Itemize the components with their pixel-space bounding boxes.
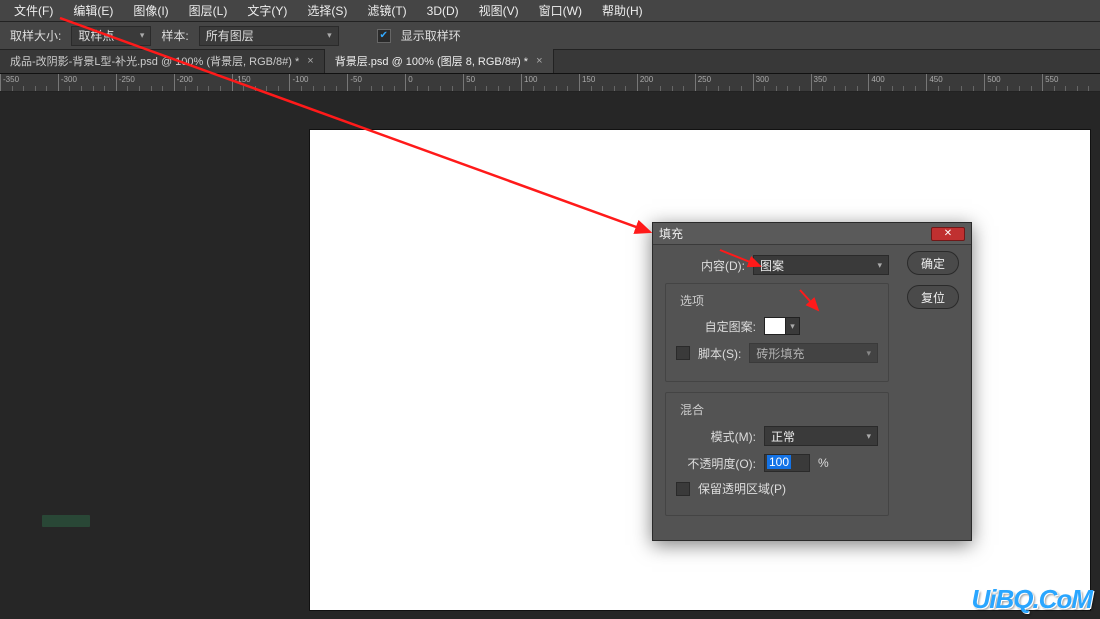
dialog-close-button[interactable]: ✕	[931, 227, 965, 241]
pattern-swatch[interactable]	[764, 317, 786, 335]
tab-label: 背景层.psd @ 100% (图层 8, RGB/8#) *	[335, 53, 528, 69]
content-label: 内容(D):	[665, 257, 745, 274]
horizontal-ruler: -350-300-250-200-150-100-500501001502002…	[0, 74, 1100, 92]
show-ring-checkbox[interactable]: ✔	[377, 29, 391, 43]
chevron-down-icon: ▾	[866, 431, 871, 442]
preserve-transparency-label: 保留透明区域(P)	[698, 480, 786, 497]
menu-3d[interactable]: 3D(D)	[419, 2, 467, 20]
ok-button[interactable]: 确定	[907, 251, 959, 275]
preserve-transparency-checkbox[interactable]	[676, 482, 690, 496]
sample-label: 样本:	[161, 27, 188, 44]
tab-document-1[interactable]: 成品-改阴影-背景L型-补光.psd @ 100% (背景层, RGB/8#) …	[0, 49, 325, 73]
blend-legend: 混合	[676, 401, 708, 418]
mode-label: 模式(M):	[676, 428, 756, 445]
custom-pattern-label: 自定图案:	[676, 318, 756, 335]
menu-image[interactable]: 图像(I)	[125, 0, 176, 21]
sample-value: 所有图层	[206, 27, 254, 44]
reset-button[interactable]: 复位	[907, 285, 959, 309]
chevron-down-icon: ▾	[327, 30, 332, 41]
menu-edit[interactable]: 编辑(E)	[65, 0, 121, 21]
menu-filter[interactable]: 滤镜(T)	[359, 0, 414, 21]
close-icon[interactable]: ×	[536, 55, 542, 67]
sample-dropdown[interactable]: 所有图层 ▾	[199, 26, 339, 46]
mode-value: 正常	[771, 428, 795, 445]
tab-document-2[interactable]: 背景层.psd @ 100% (图层 8, RGB/8#) * ×	[325, 49, 554, 73]
content-value: 图案	[760, 257, 784, 274]
mode-dropdown[interactable]: 正常 ▾	[764, 426, 878, 446]
options-bar: 取样大小: 取样点 ▾ 样本: 所有图层 ▾ ✔ 显示取样环	[0, 22, 1100, 50]
sample-size-dropdown[interactable]: 取样点 ▾	[71, 26, 151, 46]
sample-size-value: 取样点	[78, 27, 114, 44]
watermark-logo-small	[42, 515, 90, 527]
menu-layer[interactable]: 图层(L)	[181, 0, 236, 21]
document-tabs: 成品-改阴影-背景L型-补光.psd @ 100% (背景层, RGB/8#) …	[0, 50, 1100, 74]
menu-select[interactable]: 选择(S)	[299, 0, 355, 21]
opacity-input[interactable]: 100	[764, 454, 810, 472]
menu-bar: 文件(F) 编辑(E) 图像(I) 图层(L) 文字(Y) 选择(S) 滤镜(T…	[0, 0, 1100, 22]
menu-file[interactable]: 文件(F)	[6, 0, 61, 21]
script-checkbox[interactable]	[676, 346, 690, 360]
watermark-logo: UiBQ.CoM	[971, 584, 1092, 615]
fill-dialog: 填充 ✕ 确定 复位 内容(D): 图案 ▾ 选项 自定图案: ▾	[652, 222, 972, 541]
content-dropdown[interactable]: 图案 ▾	[753, 255, 889, 275]
script-dropdown: 砖形填充 ▾	[749, 343, 878, 363]
menu-view[interactable]: 视图(V)	[471, 0, 527, 21]
show-ring-label: 显示取样环	[401, 27, 461, 44]
menu-help[interactable]: 帮助(H)	[594, 0, 651, 21]
menu-type[interactable]: 文字(Y)	[239, 0, 295, 21]
close-icon[interactable]: ×	[307, 55, 313, 67]
opacity-unit: %	[818, 456, 829, 470]
opacity-label: 不透明度(O):	[676, 455, 756, 472]
chevron-down-icon: ▾	[877, 260, 882, 271]
options-legend: 选项	[676, 292, 708, 309]
script-value: 砖形填充	[756, 345, 804, 362]
dialog-title: 填充	[659, 225, 683, 242]
sample-size-label: 取样大小:	[10, 27, 61, 44]
pattern-swatch-dropdown[interactable]: ▾	[786, 317, 800, 335]
tab-label: 成品-改阴影-背景L型-补光.psd @ 100% (背景层, RGB/8#) …	[10, 53, 299, 69]
script-label: 脚本(S):	[698, 345, 741, 362]
menu-window[interactable]: 窗口(W)	[531, 0, 590, 21]
chevron-down-icon: ▾	[140, 30, 145, 41]
chevron-down-icon: ▾	[866, 348, 871, 359]
opacity-value: 100	[767, 455, 791, 469]
dialog-titlebar[interactable]: 填充 ✕	[653, 223, 971, 245]
